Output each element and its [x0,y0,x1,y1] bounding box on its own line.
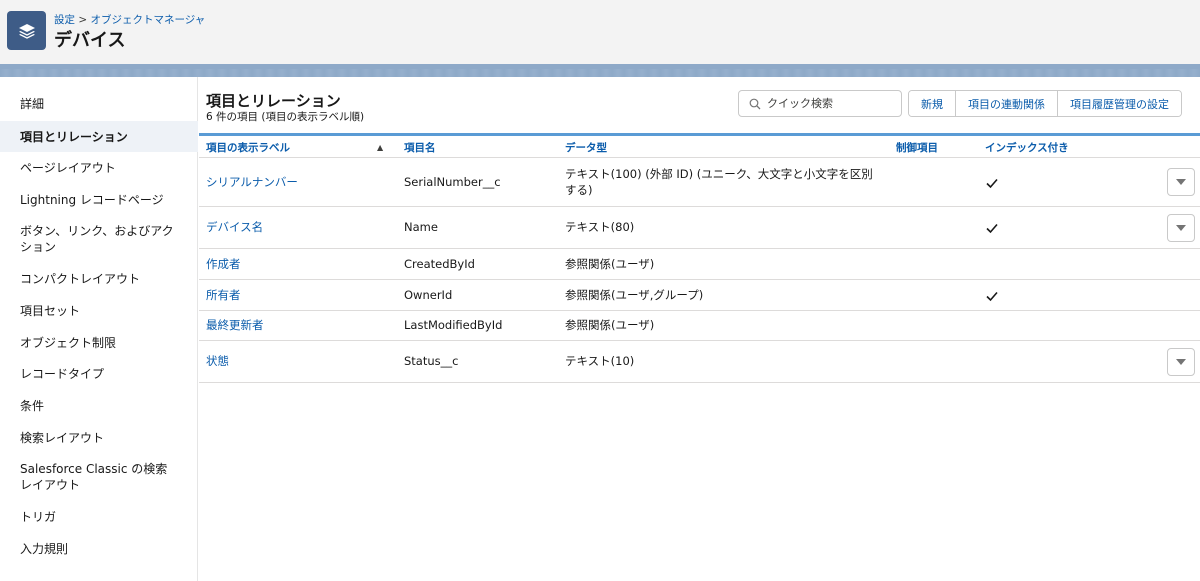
sidebar-item-fields-relationships[interactable]: 項目とリレーション [0,121,198,152]
column-header-data-type[interactable]: データ型 [565,140,607,155]
page-title: デバイス [54,30,126,51]
sidebar-item-record-types[interactable]: レコードタイプ [0,358,198,389]
sidebar-item-conditions[interactable]: 条件 [0,390,198,421]
field-data-type: テキスト(10) [565,354,635,368]
sidebar-item-buttons-links-actions[interactable]: ボタン、リンク、およびアクション [0,217,198,261]
field-api-name: CreatedById [404,257,475,271]
sidebar-item-details[interactable]: 詳細 [0,89,198,119]
field-label-link[interactable]: 最終更新者 [206,317,264,333]
breadcrumb-object-manager[interactable]: オブジェクトマネージャ [91,14,206,26]
column-header-field-name[interactable]: 項目名 [404,140,436,155]
row-actions-menu[interactable] [1167,214,1195,242]
field-data-type: 参照関係(ユーザ) [565,257,655,271]
sidebar-item-validation-rules[interactable]: 入力規則 [0,533,198,564]
new-button[interactable]: 新規 [909,91,955,116]
chevron-down-icon [1176,179,1186,185]
main-content: 項目とリレーション 6 件の項目 (項目の表示ラベル順) 新規 項目の連動関係 … [199,77,1200,581]
table-row: 状態 Status__c テキスト(10) [199,341,1200,383]
sidebar-item-compact-layouts[interactable]: コンパクトレイアウト [0,263,198,294]
sort-ascending-icon[interactable]: ▲ [377,143,383,152]
sidebar-item-field-sets[interactable]: 項目セット [0,295,198,326]
field-api-name: SerialNumber__c [404,175,501,189]
column-header-indexed[interactable]: インデックス付き [985,140,1069,155]
sidebar-item-object-limits[interactable]: オブジェクト制限 [0,327,198,358]
field-label-link[interactable]: 作成者 [206,256,241,272]
column-header-field-label[interactable]: 項目の表示ラベル [206,140,290,155]
table-row: シリアルナンバー SerialNumber__c テキスト(100) (外部 I… [199,158,1200,207]
sidebar-item-classic-search-layouts[interactable]: Salesforce Classic の検索レイアウト [0,454,198,499]
chevron-down-icon [1176,359,1186,365]
header-band [0,64,1200,77]
field-api-name: LastModifiedById [404,318,503,332]
field-label-link[interactable]: 所有者 [206,287,241,303]
field-api-name: OwnerId [404,288,453,302]
sidebar-item-lightning-record-pages[interactable]: Lightning レコードページ [0,184,198,215]
item-count: 6 件の項目 (項目の表示ラベル順) [206,111,365,123]
field-api-name: Status__c [404,354,459,368]
section-title: 項目とリレーション [206,92,341,110]
field-data-type: 参照関係(ユーザ) [565,318,655,332]
sidebar-item-page-layouts[interactable]: ページレイアウト [0,153,198,183]
breadcrumb: 設定 > オブジェクトマネージャ [54,12,205,27]
field-dependencies-button[interactable]: 項目の連動関係 [955,91,1057,116]
breadcrumb-setup[interactable]: 設定 [54,14,75,26]
field-data-type: テキスト(80) [565,220,635,234]
sidebar-item-search-layouts[interactable]: 検索レイアウト [0,422,198,453]
field-data-type: 参照関係(ユーザ,グループ) [565,288,704,302]
quick-search[interactable] [738,90,902,117]
chevron-down-icon [1176,225,1186,231]
field-api-name: Name [404,220,438,234]
row-actions-menu[interactable] [1167,168,1195,196]
check-icon [986,223,998,234]
layers-icon [7,11,46,50]
page-header: 設定 > オブジェクトマネージャ デバイス [0,0,1200,64]
field-label-link[interactable]: デバイス名 [206,219,263,235]
table-row: 所有者 OwnerId 参照関係(ユーザ,グループ) [199,280,1200,311]
check-icon [986,178,998,189]
sidebar-item-triggers[interactable]: トリガ [0,501,198,532]
check-icon [986,291,998,302]
table-row: デバイス名 Name テキスト(80) [199,207,1200,249]
field-label-link[interactable]: シリアルナンバー [206,174,298,190]
sidebar: 詳細 項目とリレーション ページレイアウト Lightning レコードページ … [0,77,198,581]
field-label-link[interactable]: 状態 [206,353,229,369]
field-data-type: テキスト(100) (外部 ID) (ユニーク、大文字と小文字を区別する) [565,167,873,197]
table-row: 最終更新者 LastModifiedById 参照関係(ユーザ) [199,311,1200,341]
breadcrumb-separator: > [78,14,88,26]
field-history-tracking-button[interactable]: 項目履歴管理の設定 [1057,91,1181,116]
table-top-border [199,133,1200,136]
search-icon [749,98,761,109]
column-header-controlling-field[interactable]: 制御項目 [896,140,938,155]
search-input[interactable] [767,97,897,110]
action-buttons: 新規 項目の連動関係 項目履歴管理の設定 [908,90,1182,117]
row-actions-menu[interactable] [1167,348,1195,376]
table-row: 作成者 CreatedById 参照関係(ユーザ) [199,249,1200,280]
